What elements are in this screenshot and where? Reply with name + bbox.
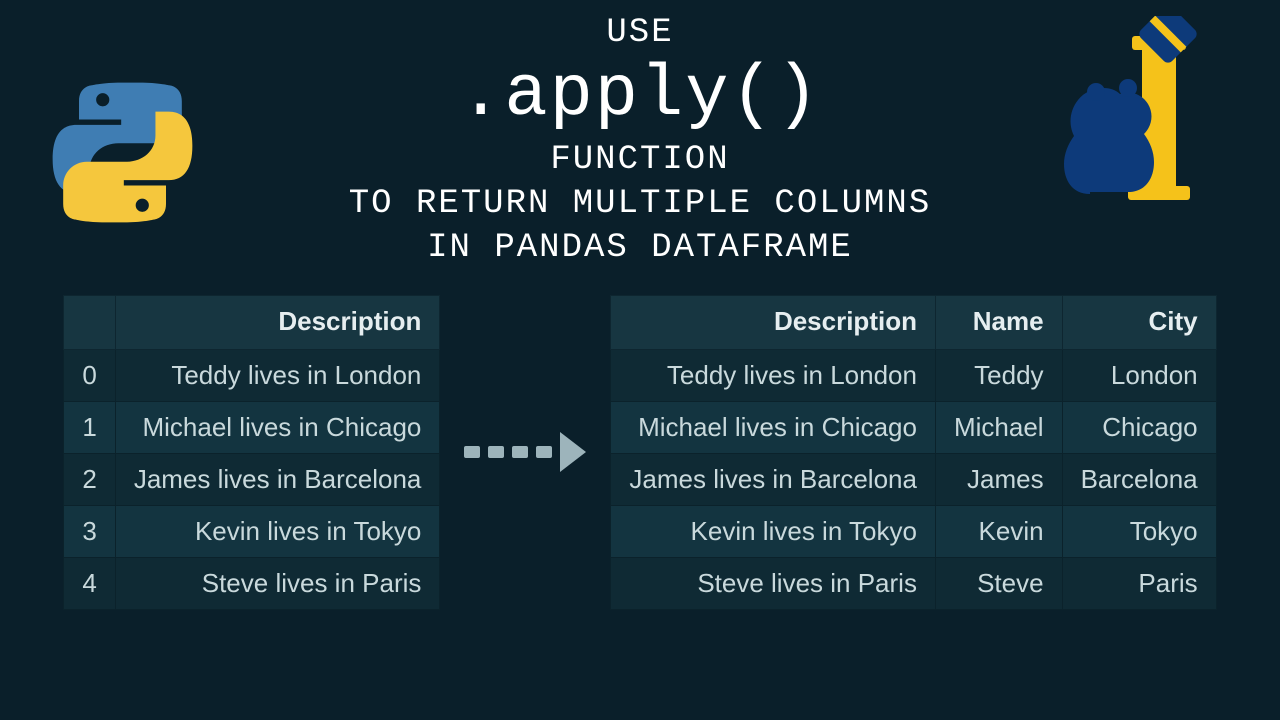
row-city: Tokyo xyxy=(1062,505,1216,557)
table-row: James lives in Barcelona James Barcelona xyxy=(611,453,1216,505)
table-row: 3 Kevin lives in Tokyo xyxy=(64,505,440,557)
table-row: Michael lives in Chicago Michael Chicago xyxy=(611,401,1216,453)
row-description: James lives in Barcelona xyxy=(611,453,936,505)
table-row: 0 Teddy lives in London xyxy=(64,349,440,401)
row-description: Kevin lives in Tokyo xyxy=(115,505,440,557)
right-header-description: Description xyxy=(611,295,936,349)
right-header-city: City xyxy=(1062,295,1216,349)
row-description: Michael lives in Chicago xyxy=(611,401,936,453)
table-row: 4 Steve lives in Paris xyxy=(64,557,440,609)
arrow-icon xyxy=(458,432,592,472)
row-index: 4 xyxy=(64,557,115,609)
row-description: Teddy lives in London xyxy=(611,349,936,401)
row-city: Chicago xyxy=(1062,401,1216,453)
row-description: James lives in Barcelona xyxy=(115,453,440,505)
right-header-name: Name xyxy=(935,295,1062,349)
row-description: Steve lives in Paris xyxy=(611,557,936,609)
row-name: Kevin xyxy=(935,505,1062,557)
row-index: 0 xyxy=(64,349,115,401)
row-description: Michael lives in Chicago xyxy=(115,401,440,453)
table-row: Teddy lives in London Teddy London xyxy=(611,349,1216,401)
row-name: Steve xyxy=(935,557,1062,609)
python-logo-icon xyxy=(50,80,195,230)
row-description: Steve lives in Paris xyxy=(115,557,440,609)
input-dataframe-table: Description 0 Teddy lives in London 1 Mi… xyxy=(63,295,440,610)
table-row: Kevin lives in Tokyo Kevin Tokyo xyxy=(611,505,1216,557)
pandas-logo-icon xyxy=(1050,16,1220,211)
table-row: 2 James lives in Barcelona xyxy=(64,453,440,505)
row-description: Teddy lives in London xyxy=(115,349,440,401)
left-header-index xyxy=(64,295,115,349)
title-line-5: IN PANDAS DATAFRAME xyxy=(0,229,1280,267)
row-city: Paris xyxy=(1062,557,1216,609)
row-city: Barcelona xyxy=(1062,453,1216,505)
row-city: London xyxy=(1062,349,1216,401)
row-index: 3 xyxy=(64,505,115,557)
table-row: Steve lives in Paris Steve Paris xyxy=(611,557,1216,609)
row-description: Kevin lives in Tokyo xyxy=(611,505,936,557)
tables-container: Description 0 Teddy lives in London 1 Mi… xyxy=(0,295,1280,610)
output-dataframe-table: Description Name City Teddy lives in Lon… xyxy=(610,295,1216,610)
row-name: Teddy xyxy=(935,349,1062,401)
left-header-description: Description xyxy=(115,295,440,349)
row-name: Michael xyxy=(935,401,1062,453)
row-index: 2 xyxy=(64,453,115,505)
row-index: 1 xyxy=(64,401,115,453)
table-row: 1 Michael lives in Chicago xyxy=(64,401,440,453)
row-name: James xyxy=(935,453,1062,505)
